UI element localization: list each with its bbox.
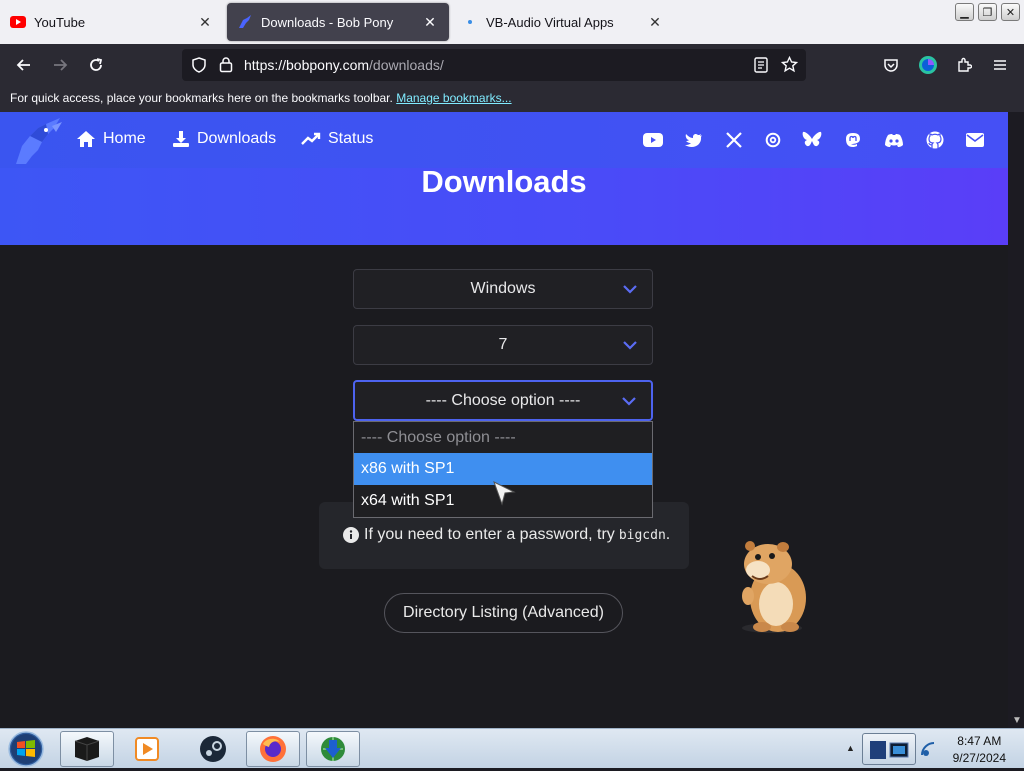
trend-icon [301, 132, 321, 146]
nav-status[interactable]: Status [301, 130, 373, 148]
edition-select-value: ---- Choose option ---- [425, 391, 581, 409]
tab-downloads[interactable]: Downloads - Bob Pony ✕ [227, 3, 449, 41]
mouse-cursor-icon [493, 480, 516, 506]
tab-title: Downloads - Bob Pony [261, 14, 394, 30]
taskbar-app-media-player[interactable] [120, 731, 174, 767]
url-text[interactable]: https://bobpony.com/downloads/ [244, 57, 444, 73]
version-select[interactable]: 7 [353, 325, 653, 365]
close-window-icon[interactable]: ✕ [1001, 3, 1020, 21]
system-tray: ▲ 8:47 AM 9/27/2024 [840, 729, 1024, 769]
minimize-icon[interactable]: ▁ [955, 3, 974, 21]
navigation-toolbar: https://bobpony.com/downloads/ [0, 44, 1024, 86]
steam-icon [200, 736, 226, 762]
taskbar-app-download-manager[interactable] [306, 731, 360, 767]
pocket-icon[interactable] [878, 53, 904, 77]
bookmarks-toolbar: For quick access, place your bookmarks h… [0, 86, 1024, 112]
account-icon[interactable] [915, 53, 941, 77]
twitter-icon[interactable] [683, 130, 705, 150]
tray-app-button[interactable] [862, 733, 916, 765]
os-select[interactable]: Windows [353, 269, 653, 309]
youtube-favicon-icon [10, 14, 26, 30]
chevron-down-icon [623, 285, 637, 294]
forward-icon[interactable] [47, 53, 73, 77]
bobpony-logo-icon[interactable] [12, 116, 64, 166]
home-icon [76, 130, 96, 148]
network-signal-icon[interactable] [920, 740, 936, 763]
windows-logo-icon [8, 731, 44, 767]
mastodon-icon[interactable] [842, 130, 864, 150]
threads-icon[interactable] [762, 130, 784, 150]
nav-home[interactable]: Home [76, 130, 146, 148]
password-hint-suffix: . [665, 526, 671, 543]
back-icon[interactable] [11, 53, 37, 77]
start-button[interactable] [4, 730, 48, 768]
close-tab-icon[interactable]: ✕ [421, 13, 439, 31]
nav-status-label: Status [328, 130, 374, 147]
lock-icon[interactable] [218, 56, 234, 78]
bookmarks-notice: For quick access, place your bookmarks h… [10, 91, 393, 105]
url-path: /downloads/ [369, 57, 444, 73]
edition-select[interactable]: ---- Choose option ---- [353, 380, 653, 421]
site-navbar: Home Downloads Status [0, 112, 1008, 168]
version-select-value: 7 [498, 336, 508, 353]
page-title: Downloads [421, 164, 587, 199]
vertical-scrollbar[interactable]: ▼ [1008, 112, 1024, 728]
show-hidden-icons-arrow[interactable]: ▲ [846, 743, 855, 753]
tracking-shield-icon[interactable] [191, 57, 207, 78]
nav-downloads-label: Downloads [197, 130, 277, 147]
bluesky-icon[interactable] [801, 130, 823, 150]
taskbar-app-steam[interactable] [186, 731, 240, 767]
reload-icon[interactable] [83, 53, 109, 77]
loading-dot-icon [462, 14, 478, 30]
menu-icon[interactable] [987, 53, 1013, 77]
download-icon [172, 130, 190, 148]
password-code: bigcdn [618, 527, 666, 543]
chevron-down-icon [622, 397, 636, 406]
tab-vb-audio[interactable]: VB-Audio Virtual Apps ✕ [452, 3, 674, 41]
tab-strip: YouTube ✕ Downloads - Bob Pony ✕ VB-Audi… [0, 0, 1024, 44]
firefox-icon [260, 736, 286, 762]
taskbar-app-terminal[interactable] [60, 731, 114, 767]
password-hint: If you need to enter a password, try big… [343, 526, 670, 544]
extensions-icon[interactable] [951, 53, 977, 77]
os-select-value: Windows [470, 280, 536, 297]
page-content: Home Downloads Status Downloads Windows … [0, 112, 1008, 728]
clock-date: 9/27/2024 [952, 751, 1006, 765]
restore-icon[interactable]: ❐ [978, 3, 997, 21]
tab-youtube[interactable]: YouTube ✕ [0, 3, 224, 41]
x-icon[interactable] [723, 130, 745, 150]
github-icon[interactable] [924, 130, 946, 150]
system-clock[interactable]: 8:47 AM 9/27/2024 [953, 733, 1006, 767]
manage-bookmarks-link[interactable]: Manage bookmarks... [396, 91, 511, 105]
terminal-app-icon [74, 737, 100, 761]
taskbar: ▲ 8:47 AM 9/27/2024 [0, 728, 1024, 768]
hamster-animation [742, 541, 806, 633]
network-monitor-icon [870, 741, 909, 759]
close-tab-icon[interactable]: ✕ [196, 13, 214, 31]
directory-listing-button[interactable]: Directory Listing (Advanced) [384, 593, 623, 633]
tab-title: YouTube [34, 14, 86, 30]
dropdown-option-placeholder[interactable]: ---- Choose option ---- [354, 422, 652, 453]
nav-downloads[interactable]: Downloads [172, 130, 276, 148]
clock-time: 8:47 AM [957, 734, 1002, 748]
discord-icon[interactable] [883, 130, 905, 150]
bobpony-favicon-icon [237, 14, 253, 30]
scroll-down-arrow-icon[interactable]: ▼ [1012, 715, 1022, 726]
email-icon[interactable] [964, 130, 986, 150]
close-tab-icon[interactable]: ✕ [646, 13, 664, 31]
tab-title: VB-Audio Virtual Apps [486, 14, 614, 30]
media-player-icon [135, 737, 159, 761]
nav-home-label: Home [103, 130, 146, 147]
taskbar-app-firefox[interactable] [246, 731, 300, 767]
url-bar[interactable]: https://bobpony.com/downloads/ [182, 49, 806, 81]
chevron-down-icon [623, 341, 637, 350]
bookmark-star-icon[interactable] [780, 55, 799, 78]
youtube-icon[interactable] [642, 130, 664, 150]
password-hint-text: If you need to enter a password, try [364, 526, 615, 543]
download-manager-icon [321, 737, 345, 761]
reader-view-icon[interactable] [754, 57, 768, 78]
info-icon [343, 527, 359, 543]
url-origin: https://bobpony.com [244, 57, 370, 73]
